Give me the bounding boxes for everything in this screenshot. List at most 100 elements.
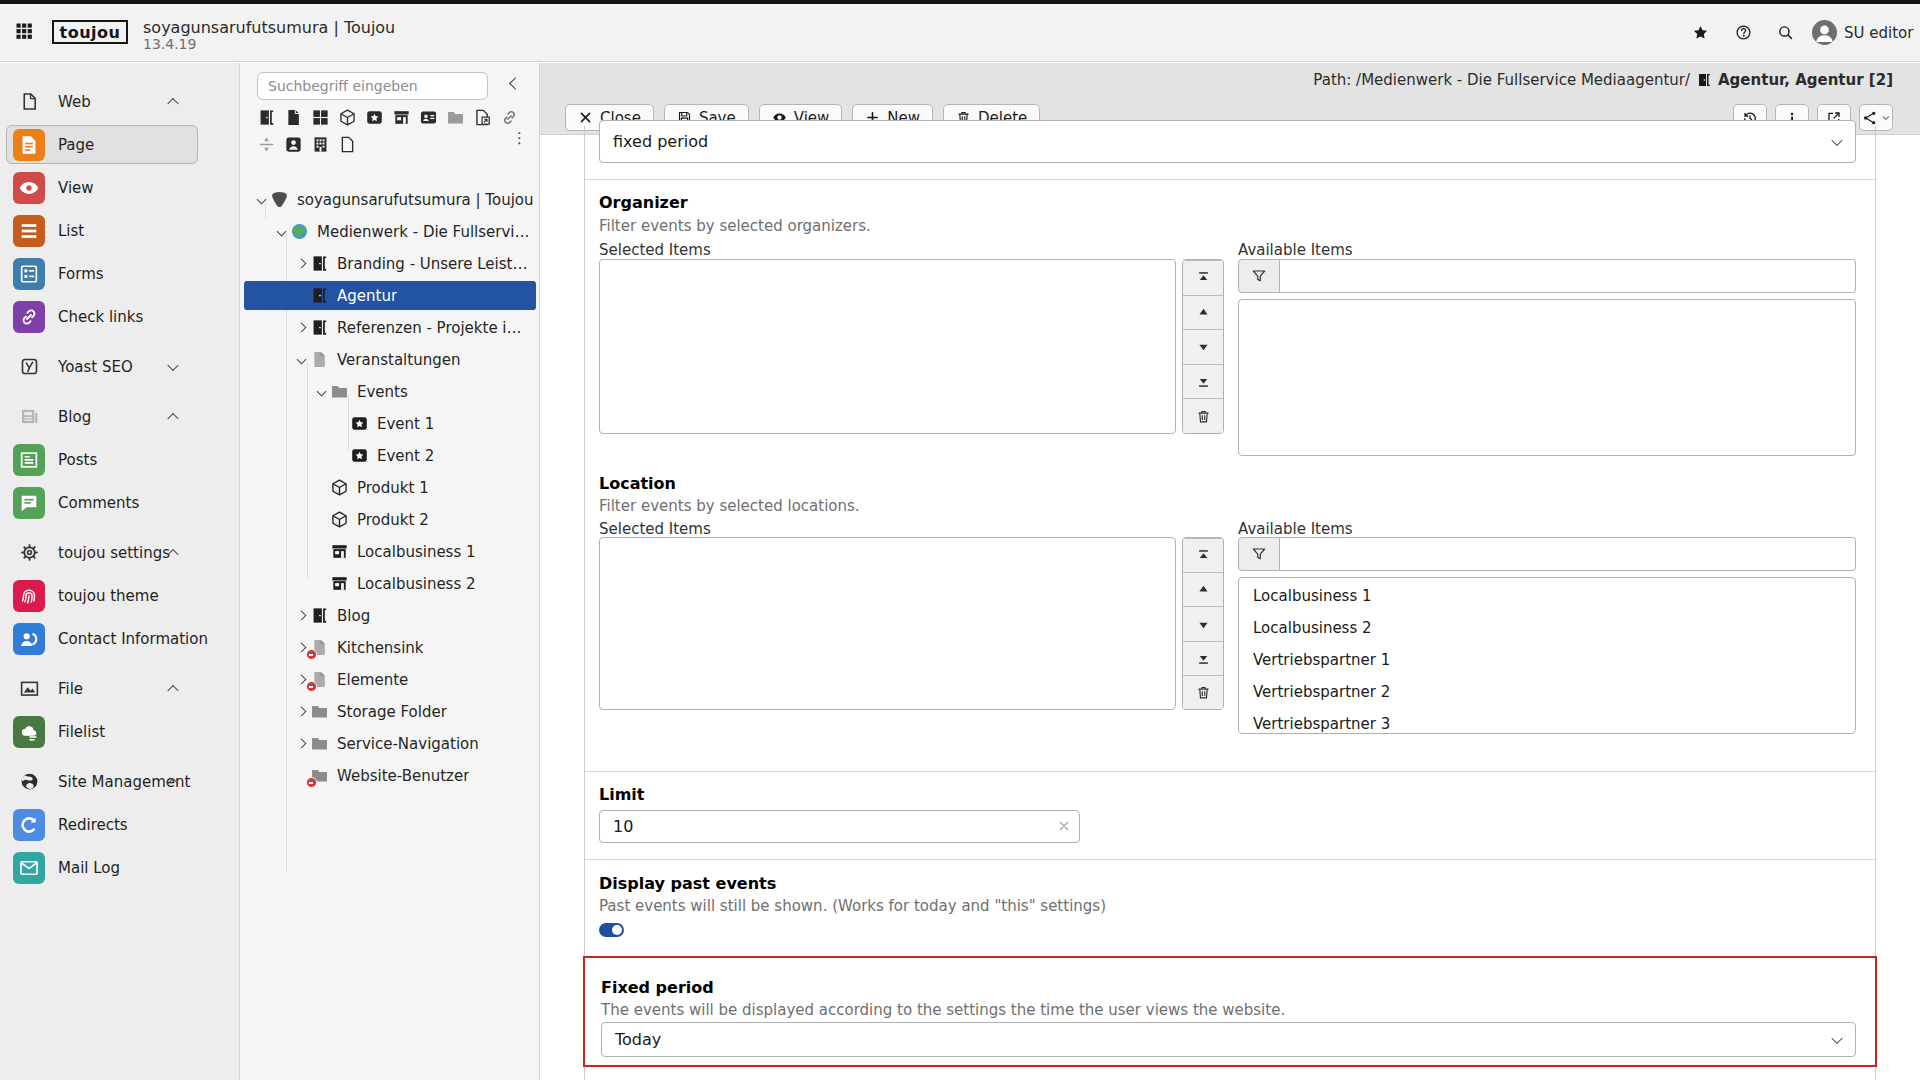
posts[interactable]: Posts [0,438,239,481]
filter-input[interactable] [1280,259,1856,293]
past-events-toggle[interactable] [599,923,624,937]
page[interactable]: Veranstaltungen [244,345,536,374]
tree-chevron-icon[interactable] [274,228,288,235]
tree-chevron-icon[interactable] [254,196,268,203]
organizer-selected-listbox[interactable] [599,259,1176,434]
localbusiness[interactable]: Localbusiness 2 [244,569,536,598]
product[interactable] [338,108,357,127]
folder[interactable]: Website-Benutzer [244,761,536,790]
file[interactable]: File [0,667,239,710]
collapse-tree-icon[interactable] [509,77,522,90]
available-item[interactable]: Localbusiness 2 [1239,612,1855,644]
organizer-available-listbox[interactable] [1238,299,1856,456]
remove-selected[interactable] [1183,675,1223,709]
door-page[interactable] [257,108,276,127]
event-display-select[interactable]: fixed period [599,120,1856,163]
tree-chevron-icon[interactable] [294,644,308,651]
move-down[interactable] [1183,606,1223,640]
event[interactable] [365,108,384,127]
blog[interactable]: Blog [0,395,239,438]
list[interactable]: List [0,209,239,252]
available-item[interactable]: Vertriebspartner 2 [1239,676,1855,708]
available-item[interactable]: Localbusiness 1 [1239,580,1855,612]
typo3-root[interactable]: soyagunsarufutsumura | Toujou [244,185,536,214]
shortcut-page[interactable] [473,108,492,127]
fixed-period-select[interactable]: Today [601,1022,1856,1057]
module-menu-icon[interactable] [14,21,34,41]
page[interactable]: Elemente [244,665,536,694]
product[interactable]: Produkt 2 [244,505,536,534]
check-links[interactable]: Check links [0,295,239,338]
folder[interactable]: Service-Navigation [244,729,536,758]
available-item[interactable]: Vertriebspartner 3 [1239,708,1855,734]
site-management[interactable]: Site Management [0,760,239,803]
tree-chevron-icon[interactable] [294,740,308,747]
tree-chevron-icon[interactable] [294,708,308,715]
filelist[interactable]: Filelist [0,710,239,753]
available-item[interactable]: Vertriebspartner 1 [1239,644,1855,676]
share-icon [1862,110,1878,126]
site-root[interactable]: Medienwerk - Die Fullservice Me... [244,217,536,246]
organization[interactable] [311,135,330,154]
toujou-settings[interactable]: toujou settings [0,531,239,574]
product[interactable]: Produkt 1 [244,473,536,502]
localbusiness[interactable]: Localbusiness 1 [244,537,536,566]
filter-button[interactable] [1238,537,1280,571]
divider[interactable] [257,135,276,154]
page[interactable]: Blog [244,601,536,630]
user-name[interactable]: SU editor [1844,24,1913,42]
page[interactable] [284,108,303,127]
tree-toolbar-more-icon[interactable]: ⋮ [512,135,516,154]
mail-log[interactable]: Mail Log [0,846,239,889]
move-to-top[interactable] [1183,538,1223,572]
limit-input[interactable]: 10 [599,810,1080,843]
move-to-top[interactable] [1183,260,1223,295]
comments[interactable]: Comments [0,481,239,524]
content-grid[interactable] [311,108,330,127]
clear-icon[interactable] [1058,820,1070,832]
move-to-bottom[interactable] [1183,641,1223,675]
event[interactable]: Event 1 [244,409,536,438]
location-selected-listbox[interactable] [599,537,1176,710]
move-to-bottom[interactable] [1183,364,1223,399]
move-down[interactable] [1183,329,1223,364]
tree-chevron-icon[interactable] [294,324,308,331]
bookmark-icon[interactable] [1692,24,1709,41]
localbusiness[interactable] [392,108,411,127]
user-avatar[interactable] [1812,20,1837,45]
tree-chevron-icon[interactable] [294,356,308,363]
toujou-logo[interactable]: toujou [52,20,128,44]
page[interactable]: Kitchensink [244,633,536,662]
user-page[interactable] [284,135,303,154]
blank-page[interactable] [338,135,357,154]
event[interactable]: Event 2 [244,441,536,470]
filter-button[interactable] [1238,259,1280,293]
filter-input[interactable] [1280,537,1856,571]
redirects[interactable]: Redirects [0,803,239,846]
contact-card[interactable] [419,108,438,127]
toujou-theme[interactable]: toujou theme [0,574,239,617]
page[interactable]: Page [0,123,239,166]
forms[interactable]: Forms [0,252,239,295]
page[interactable]: Branding - Unsere Leistungen [244,249,536,278]
contact-information[interactable]: Contact Information [0,617,239,660]
move-up[interactable] [1183,572,1223,606]
tree-search-input[interactable] [257,72,488,100]
tree-chevron-icon[interactable] [294,260,308,267]
move-up[interactable] [1183,295,1223,330]
page[interactable]: Referenzen - Projekte im Übe... [244,313,536,342]
yoast-seo[interactable]: Yoast SEO [0,345,239,388]
page[interactable]: Agentur [244,281,536,310]
tree-chevron-icon[interactable] [294,612,308,619]
web[interactable]: Web [0,80,239,123]
folder[interactable]: Events [244,377,536,406]
search-icon[interactable] [1777,24,1794,41]
remove-selected[interactable] [1183,398,1223,433]
folder[interactable] [446,108,465,127]
tree-chevron-icon[interactable] [294,676,308,683]
help-icon[interactable] [1735,24,1752,41]
tree-chevron-icon[interactable] [314,388,328,395]
link[interactable] [500,108,519,127]
view[interactable]: View [0,166,239,209]
folder[interactable]: Storage Folder [244,697,536,726]
